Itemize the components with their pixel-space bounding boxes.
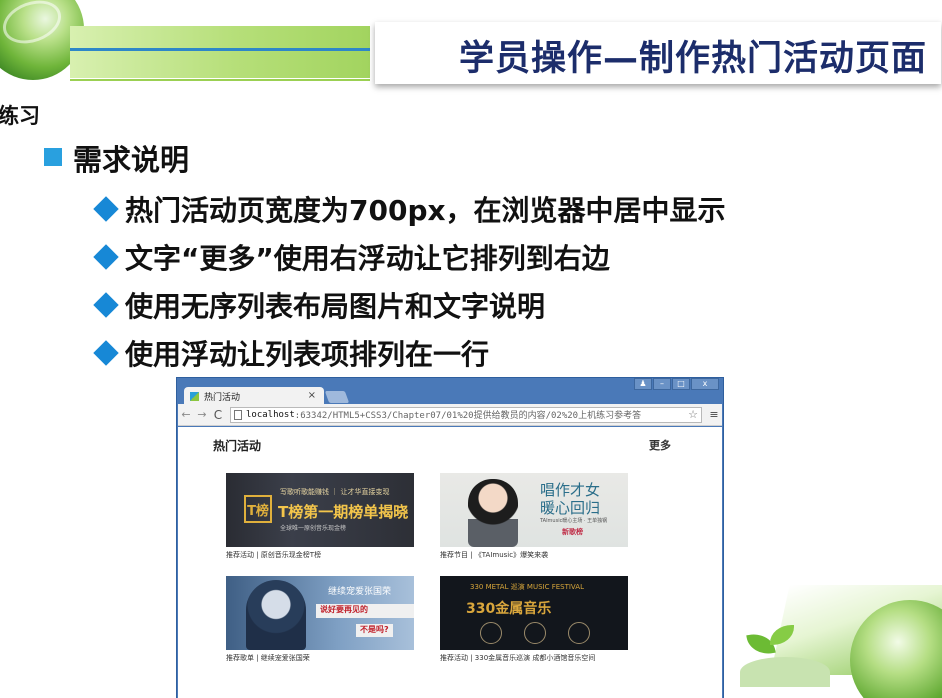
slide-title: 学员操作—制作热门活动页面 — [458, 39, 927, 79]
requirement-text: 热门活动页宽度为700px，在浏览器中居中显示 — [125, 194, 726, 227]
thumb-text: T榜第一期榜单揭晓 — [278, 503, 409, 521]
singer-photo — [468, 479, 518, 547]
requirement-item: 使用浮动让列表项排列在一行 — [93, 329, 726, 377]
diamond-bullet-icon — [93, 340, 119, 366]
thumb-text: 写歌听歌能赚钱 ｜ 让才华直接变现 — [280, 488, 390, 496]
header-line-decoration — [70, 79, 370, 81]
thumb-text-line: 暖心回归 — [540, 499, 601, 517]
thumb-text: 唱作才女 暖心回归 — [540, 481, 600, 517]
requirement-text: 使用浮动让列表项排列在一行 — [125, 338, 490, 371]
reload-icon[interactable]: C — [210, 408, 226, 422]
close-icon[interactable]: × — [308, 390, 316, 401]
thumb-text-line: 唱作才女 — [540, 481, 601, 499]
browser-window: 热门活动 × ♟ – □ x ← → C localhost :63342/HT… — [176, 377, 724, 698]
menu-icon[interactable]: ≡ — [706, 408, 722, 421]
requirements-list: 热门活动页宽度为700px，在浏览器中居中显示 文字“更多”使用右浮动让它排列到… — [93, 185, 726, 377]
favicon-icon — [190, 391, 199, 401]
activity-caption[interactable]: 推荐节目 | 《TAImusic》爆笑来袭 — [440, 550, 628, 560]
t-chart-logo: T榜 — [244, 495, 272, 523]
corner-decoration — [740, 565, 942, 698]
activity-image[interactable]: 继续宠爱张国荣 说好要再见的 不是吗? — [226, 576, 414, 650]
requirement-item: 热门活动页宽度为700px，在浏览器中居中显示 — [93, 185, 726, 233]
url-path: :63342/HTML5+CSS3/Chapter07/01%20提供给教员的内… — [294, 411, 642, 421]
thumb-text: 继续宠爱张国荣 — [328, 587, 392, 597]
singer-photo — [246, 580, 306, 650]
activity-image[interactable]: 唱作才女 暖心回归 TAImusic暖心主场 · 王单独钢 新歌榜 — [440, 473, 628, 547]
back-icon[interactable]: ← — [178, 408, 194, 421]
activity-caption[interactable]: 推荐活动 | 330金属音乐巡演 成都小酒馆音乐空间 — [440, 653, 628, 663]
band-logo-icon — [568, 622, 590, 644]
url-host: localhost — [246, 409, 295, 420]
browser-tab[interactable]: 热门活动 × — [184, 387, 324, 405]
diamond-bullet-icon — [93, 244, 119, 270]
page-heading: 热门活动 — [213, 439, 262, 453]
section-heading: 需求说明 — [73, 143, 190, 177]
browser-toolbar: ← → C localhost :63342/HTML5+CSS3/Chapte… — [178, 404, 722, 426]
header-band-decoration — [70, 26, 370, 78]
minimize-button[interactable]: – — [653, 378, 671, 390]
more-link[interactable]: 更多 — [649, 437, 671, 453]
band-logo-icon — [524, 622, 546, 644]
page-icon — [234, 409, 242, 420]
activity-item[interactable]: 唱作才女 暖心回归 TAImusic暖心主场 · 王单独钢 新歌榜 推荐节目 |… — [440, 473, 628, 560]
new-tab-button[interactable] — [324, 391, 350, 403]
header-line-decoration — [70, 48, 370, 51]
soil-decoration — [740, 657, 830, 687]
close-window-button[interactable]: x — [691, 378, 719, 390]
tab-title: 热门活动 — [204, 392, 241, 403]
thumb-text: 全球唯一原创音乐现金榜 — [280, 525, 347, 532]
star-icon[interactable]: ☆ — [688, 408, 698, 421]
thumb-text: 330 METAL 巡演 MUSIC FESTIVAL — [470, 583, 584, 591]
band-logo-icon — [480, 622, 502, 644]
activity-item[interactable]: 继续宠爱张国荣 说好要再见的 不是吗? 推荐歌单 | 继续宠爱张国荣 — [226, 576, 414, 663]
activity-image[interactable]: 330 METAL 巡演 MUSIC FESTIVAL 330金属音乐 — [440, 576, 628, 650]
window-controls: ♟ – □ x — [634, 378, 719, 390]
thumb-text: 说好要再见的 — [316, 604, 414, 618]
address-bar[interactable]: localhost :63342/HTML5+CSS3/Chapter07/01… — [230, 406, 702, 423]
slide-title-box: 学员操作—制作热门活动页面 — [375, 22, 941, 84]
band-logos — [480, 622, 590, 644]
thumb-text: TAImusic暖心主场 · 王单独钢 — [540, 518, 608, 524]
diamond-bullet-icon — [93, 292, 119, 318]
requirement-item: 文字“更多”使用右浮动让它排列到右边 — [93, 233, 726, 281]
user-icon[interactable]: ♟ — [634, 378, 652, 390]
diamond-bullet-icon — [93, 196, 119, 222]
corner-label: 练习 — [0, 104, 40, 128]
activity-item[interactable]: 330 METAL 巡演 MUSIC FESTIVAL 330金属音乐 推荐活动… — [440, 576, 628, 663]
browser-titlebar: 热门活动 × ♟ – □ x — [177, 378, 723, 405]
thumb-text: 330金属音乐 — [466, 601, 552, 617]
square-bullet-icon — [44, 148, 62, 166]
page-viewport: 热门活动 更多 T榜 写歌听歌能赚钱 ｜ 让才华直接变现 T榜第一期榜单揭晓 全… — [178, 427, 722, 698]
maximize-button[interactable]: □ — [672, 378, 690, 390]
requirement-text: 文字“更多”使用右浮动让它排列到右边 — [125, 242, 610, 275]
activity-item[interactable]: T榜 写歌听歌能赚钱 ｜ 让才华直接变现 T榜第一期榜单揭晓 全球唯一原创音乐现… — [226, 473, 414, 560]
forward-icon[interactable]: → — [194, 408, 210, 421]
requirement-text: 使用无序列表布局图片和文字说明 — [125, 290, 546, 323]
activity-image[interactable]: T榜 写歌听歌能赚钱 ｜ 让才华直接变现 T榜第一期榜单揭晓 全球唯一原创音乐现… — [226, 473, 414, 547]
requirement-item: 使用无序列表布局图片和文字说明 — [93, 281, 726, 329]
thumb-text: 新歌榜 — [562, 528, 583, 536]
thumb-text: 不是吗? — [356, 624, 393, 637]
activity-caption[interactable]: 推荐活动 | 原创音乐现金榜T榜 — [226, 550, 414, 560]
activity-caption[interactable]: 推荐歌单 | 继续宠爱张国荣 — [226, 653, 414, 663]
